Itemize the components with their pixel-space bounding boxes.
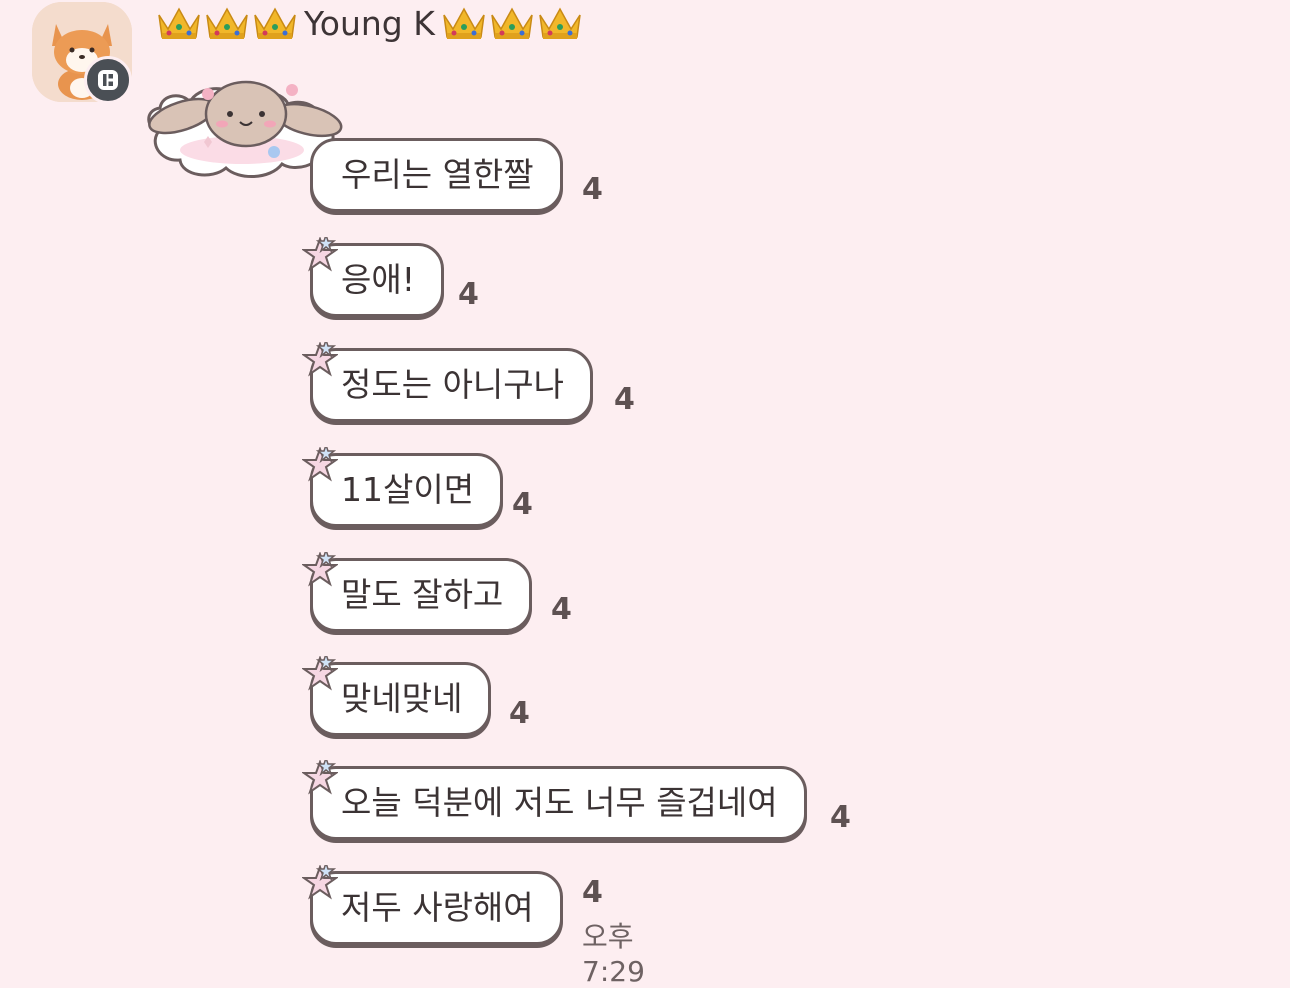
message-bubble[interactable]: 오늘 덕분에 저도 너무 즐겁네여 (310, 766, 807, 840)
star-icon (302, 237, 338, 272)
crown-icon (158, 7, 200, 39)
crown-icon (206, 7, 248, 39)
unread-count: 4 (582, 875, 603, 910)
channel-badge-icon (84, 56, 132, 104)
crown-icon (539, 7, 581, 39)
sender-name-row: Young K (156, 0, 583, 46)
unread-count: 4 (830, 800, 851, 835)
crown-icon (254, 7, 296, 39)
message-bubble[interactable]: 정도는 아니구나 (310, 348, 594, 422)
message-row: 정도는 아니구나 4 (302, 342, 635, 422)
message-bubble[interactable]: 말도 잘하고 (310, 558, 533, 632)
message-row: 우리는 열한짤 4 (310, 138, 603, 212)
message-bubble[interactable]: 11살이면 (310, 453, 504, 527)
message-timestamp: 오후 7:29 (582, 920, 645, 988)
star-icon (302, 656, 338, 691)
message-row: 11살이면 4 (302, 447, 533, 527)
star-icon (302, 760, 338, 795)
unread-count: 4 (509, 696, 530, 731)
unread-count: 4 (551, 592, 572, 627)
message-row: 응애! 4 (302, 237, 479, 317)
message-row: 저두 사랑해여 4 오후 7:29 (302, 865, 645, 988)
star-icon (302, 447, 338, 482)
unread-count: 4 (512, 487, 533, 522)
unread-count: 4 (582, 172, 603, 207)
message-row: 오늘 덕분에 저도 너무 즐겁네여 4 (302, 760, 851, 840)
star-icon (302, 865, 338, 900)
unread-count: 4 (614, 382, 635, 417)
message-bubble[interactable]: 우리는 열한짤 (310, 138, 563, 212)
message-row: 맞네맞네 4 (302, 656, 530, 736)
sender-name: Young K (304, 3, 435, 43)
star-icon (302, 552, 338, 587)
crown-icon (491, 7, 533, 39)
message-bubble[interactable]: 저두 사랑해여 (310, 871, 563, 945)
crown-icon (443, 7, 485, 39)
unread-count: 4 (458, 277, 479, 312)
message-row: 말도 잘하고 4 (302, 552, 572, 632)
star-icon (302, 342, 338, 377)
